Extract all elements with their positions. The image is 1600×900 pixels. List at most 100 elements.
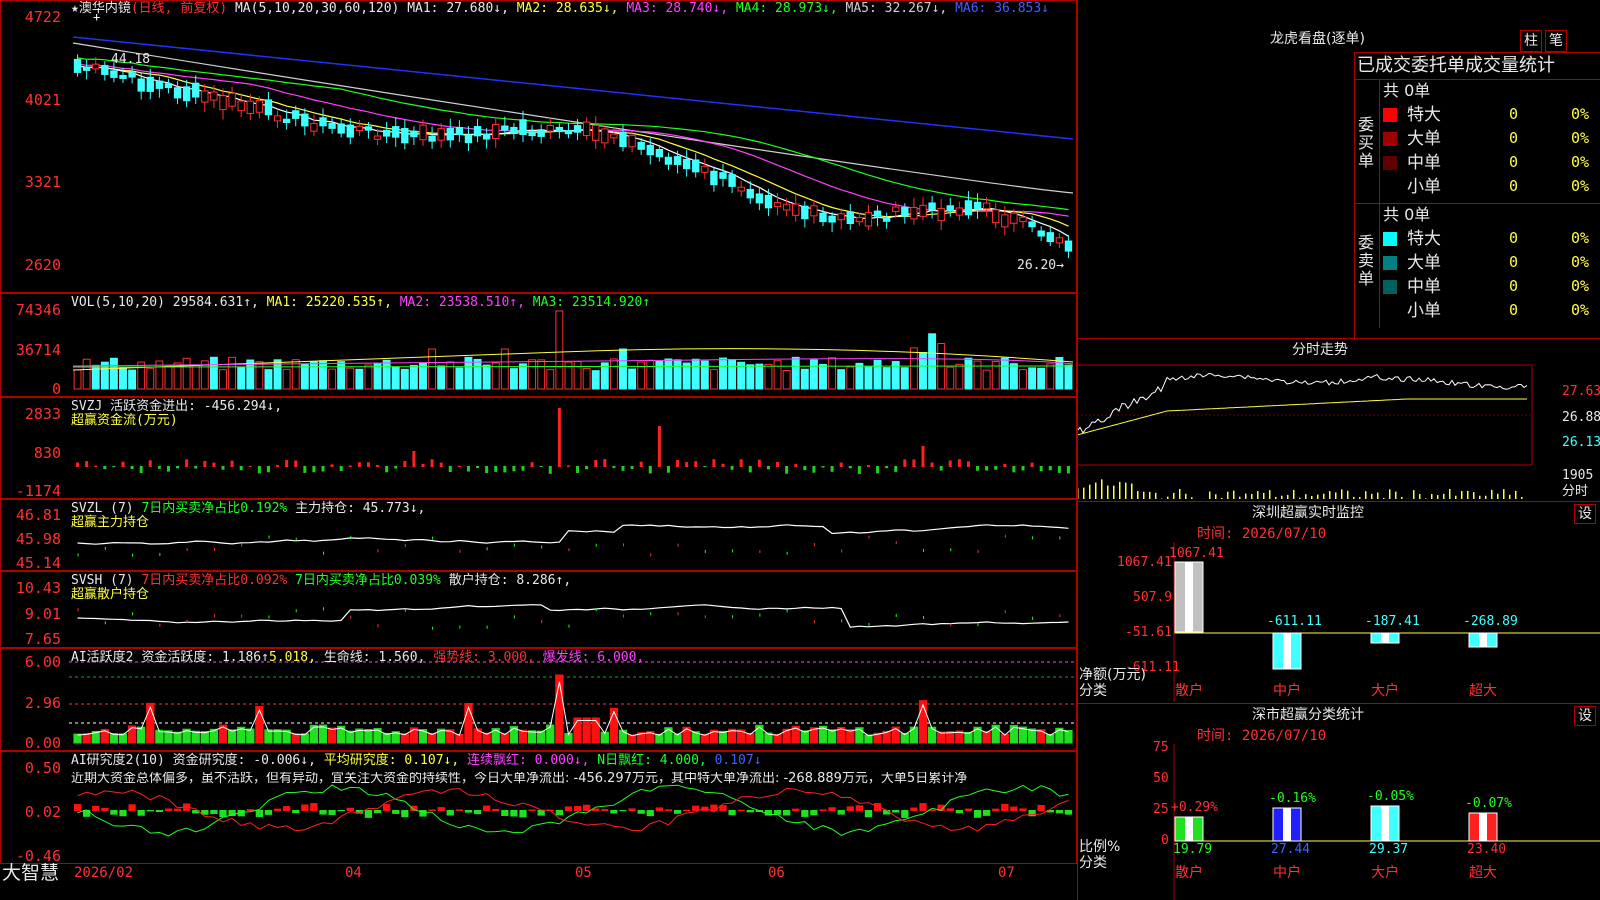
order-percent: 0% — [1571, 153, 1590, 171]
candle-body — [1028, 221, 1036, 228]
research-bar — [828, 807, 836, 811]
candle-body — [864, 212, 873, 227]
act-tick: 0.00 — [24, 734, 61, 752]
candle-body — [537, 129, 545, 137]
volume-bar — [909, 347, 918, 390]
research-bar — [1019, 808, 1027, 811]
volume-bar — [982, 369, 991, 390]
activity-bar — [300, 733, 309, 744]
volume-bar — [473, 358, 482, 390]
classify-pct: -0.16% — [1269, 791, 1316, 806]
order-type: 大单 — [1407, 129, 1441, 149]
volume-bar — [546, 369, 555, 390]
intra-vol-bar — [1503, 489, 1505, 499]
volume-bar — [964, 357, 973, 390]
order-count: 0 — [1509, 153, 1519, 171]
research-bar — [73, 804, 82, 811]
candle-body — [682, 158, 691, 170]
ai-research-chart[interactable] — [1, 752, 1078, 865]
volume-bar — [555, 310, 564, 390]
research-bar — [173, 808, 182, 811]
order-row: 大单 0 0% — [1383, 128, 1599, 150]
candle-body — [1046, 232, 1054, 242]
flow-bar — [766, 466, 770, 470]
flow-bar — [866, 464, 870, 467]
research-bar — [973, 810, 982, 818]
candle-body — [810, 205, 818, 217]
activity-bar — [664, 727, 673, 744]
date-tick: 07 — [998, 865, 1015, 881]
volume-panel[interactable]: VOL(5,10,20) 29584.631↑, MA1: 25220.535↑… — [0, 293, 1077, 397]
tick-mode-button[interactable]: 笔 — [1545, 30, 1567, 52]
research-bar — [783, 810, 791, 816]
volume-bar — [946, 366, 955, 390]
color-swatch — [1383, 132, 1397, 146]
ai-research-a: 资金研究度: -0.006↓, — [172, 753, 316, 768]
volume-bar — [1037, 367, 1046, 390]
intra-vol-bar — [1227, 491, 1229, 499]
star-icon[interactable]: ★ — [71, 1, 79, 16]
kline-panel[interactable]: + ★澳华内镜(日线, 前复权) MA(5,10,20,30,60,120) M… — [0, 0, 1077, 293]
volume-bar — [282, 368, 291, 390]
intraday-panel[interactable]: 分时走势 27.63 26.88 26.13 1905 分时 — [1077, 338, 1600, 501]
svsh-sub: 超赢散户持仓 — [71, 587, 150, 602]
volume-bar — [837, 369, 846, 390]
ai-research-panel[interactable]: AI研究度2(10) 资金研究度: -0.006↓, 平均研究度: 0.107↓… — [0, 751, 1077, 864]
intra-vol-bar — [1101, 479, 1103, 499]
intra-vol-bar — [1191, 497, 1193, 499]
svzl-sub: 超赢主力持仓 — [71, 515, 150, 530]
volume-bar — [219, 369, 227, 390]
kline-chart[interactable]: + — [1, 1, 1078, 294]
ma3-value: MA3: 28.740↓, — [626, 1, 729, 16]
volume-bar — [391, 366, 400, 390]
svzl-line — [77, 524, 1069, 545]
svzl-line-tick — [595, 543, 597, 547]
candle-body — [1055, 237, 1064, 244]
volume-bar — [382, 359, 391, 390]
svzl-line-tick — [650, 553, 652, 557]
flow-bar — [994, 466, 998, 470]
svsh-panel[interactable]: SVSH (7) 7日内买卖净占比0.092% 7日内买卖净占比0.039% 散… — [0, 571, 1077, 648]
svzl-line-tick — [268, 535, 270, 539]
candle-body — [510, 126, 518, 134]
flow-bar — [339, 466, 343, 472]
candle-body — [119, 74, 127, 79]
research-bar — [664, 809, 673, 811]
research-bar — [101, 807, 109, 811]
flow-bar — [485, 466, 489, 474]
research-bar — [864, 810, 873, 818]
classify-category: 中户 — [1273, 865, 1301, 881]
period-label[interactable]: (日线, 前复权) — [131, 1, 227, 16]
bar-mode-button[interactable]: 柱 — [1520, 30, 1542, 52]
svzl-line-tick — [704, 549, 706, 553]
color-swatch — [1383, 280, 1397, 294]
ma2-value: MA2: 28.635↓, — [516, 1, 619, 16]
flow-bar — [139, 466, 143, 474]
volume-bar — [255, 361, 264, 390]
activity-bar — [173, 731, 182, 744]
svsh-line-tick — [1004, 610, 1006, 614]
svsh-line-tick — [459, 625, 461, 629]
candle-body — [737, 186, 745, 192]
classify-value: 23.40 — [1467, 842, 1507, 857]
svzl-line-tick — [132, 553, 134, 557]
volume-bar — [846, 366, 855, 390]
svzl-panel[interactable]: SVZL (7) 7日内买卖净占比0.192% 主力持仓: 45.773↓, 超… — [0, 499, 1077, 571]
svzl-hold: 主力持仓: 45.773↓, — [295, 501, 426, 516]
intra-vol-bar — [1275, 496, 1277, 499]
intraday-chart[interactable] — [1077, 339, 1600, 502]
intra-vol-bar — [1437, 495, 1439, 499]
candle-body — [601, 128, 609, 144]
flow-bar — [521, 466, 525, 471]
sell-side-label: 委卖单 — [1358, 233, 1375, 288]
flow-bar — [757, 459, 761, 467]
flow-bar — [1021, 466, 1025, 471]
volume-bar — [1000, 357, 1009, 390]
candle-body — [464, 134, 473, 144]
svzj-panel[interactable]: SVZJ 活跃资金进出: -456.294↓, 超赢资金流(万元) 2833 8… — [0, 397, 1077, 499]
ai-active-panel[interactable]: AI活跃度2 资金活跃度: 1.186↑5.018, 生命线: 1.560, 强… — [0, 648, 1077, 751]
svsh-line-tick — [159, 623, 161, 627]
svsh-line-tick — [677, 612, 679, 616]
svzj-label: SVZJ 活跃资金进出: -456.294↓, — [71, 399, 283, 414]
svzl-tick: 45.98 — [15, 530, 61, 548]
